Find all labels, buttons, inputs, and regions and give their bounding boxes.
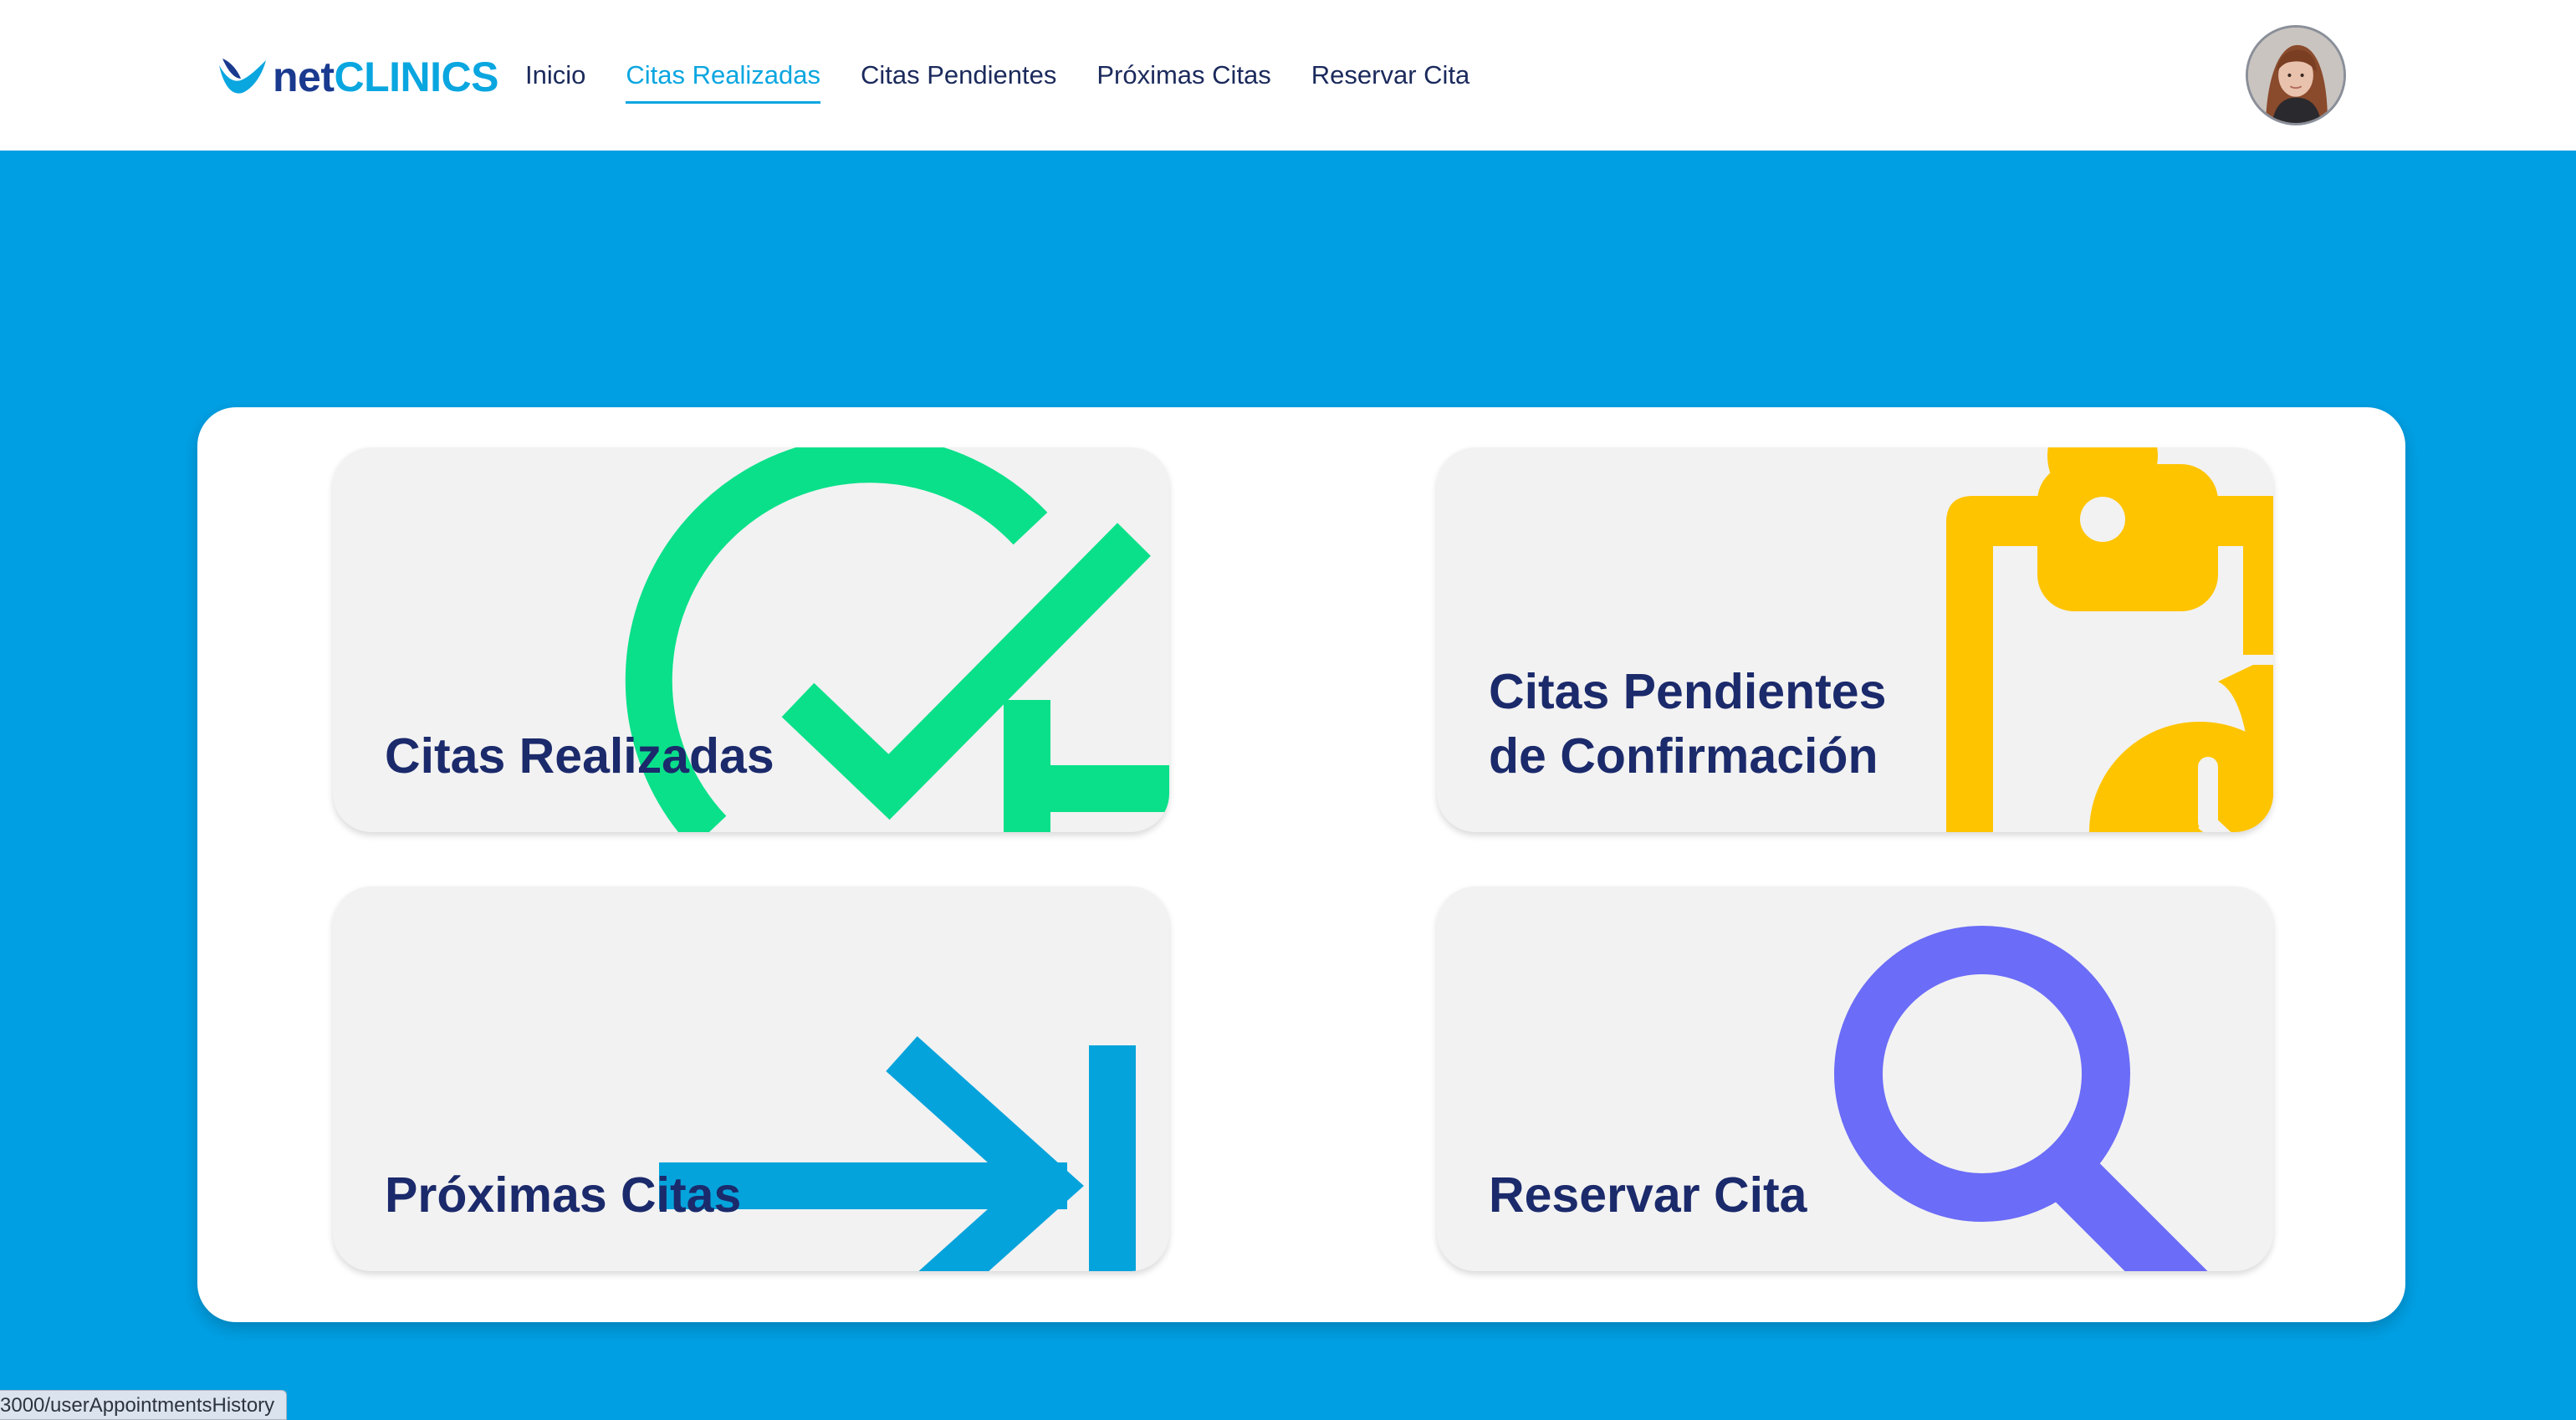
nav-item-citas-pendientes[interactable]: Citas Pendientes [861,52,1056,99]
card-citas-pendientes[interactable]: Citas Pendientes de Confirmación [1437,447,2273,832]
user-avatar[interactable] [2246,25,2346,125]
user-avatar-image [2248,28,2343,123]
browser-status-url: 3000/userAppointmentsHistory [0,1390,288,1420]
main-nav: Inicio Citas Realizadas Citas Pendientes… [525,52,1510,104]
card-label: Citas Pendientes de Confirmación [1489,664,1887,784]
netclinics-logo-icon [219,59,266,94]
card-reservar-cita[interactable]: Reservar Cita [1437,886,2273,1271]
card-label: Próximas Citas [385,1167,742,1223]
card-label: Citas Realizadas [385,728,774,784]
nav-item-proximas-citas[interactable]: Próximas Citas [1096,52,1270,99]
top-navigation-bar: netCLINICS Inicio Citas Realizadas Citas… [0,0,2576,151]
card-citas-realizadas[interactable]: Citas Realizadas [333,447,1169,832]
brand-logo[interactable]: netCLINICS [216,52,498,102]
card-proximas-citas[interactable]: Próximas Citas [333,886,1169,1271]
brand-name-prefix: net [273,54,335,100]
nav-item-citas-realizadas[interactable]: Citas Realizadas [626,52,820,104]
brand-name-suffix: CLINICS [334,54,499,100]
card-label: Reservar Cita [1489,1167,1807,1223]
nav-item-inicio[interactable]: Inicio [525,52,585,99]
nav-item-reservar-cita[interactable]: Reservar Cita [1311,52,1470,99]
